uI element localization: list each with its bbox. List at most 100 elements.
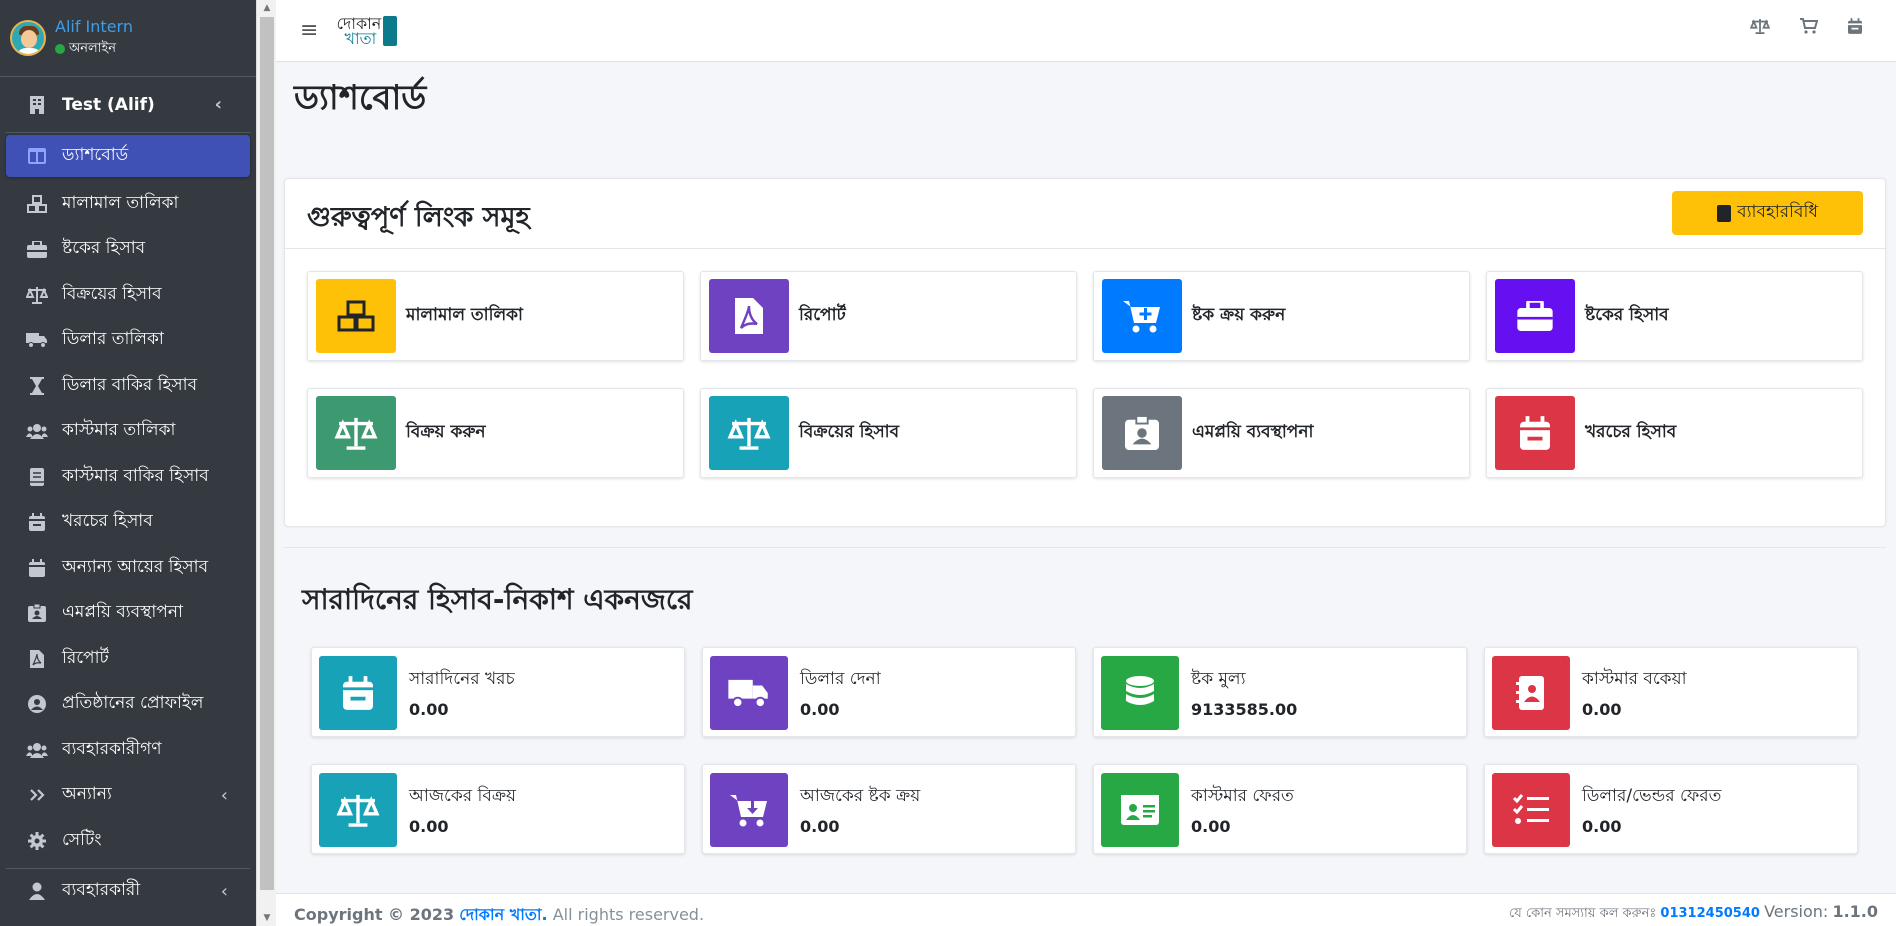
help-text: যে কোন সমস্যায় কল করুনঃ — [1508, 906, 1657, 921]
summary-card-customer-return[interactable]: কাস্টমার ফেরত 0.00 — [1093, 764, 1467, 854]
top-navbar: ≡ দোকান খাতা — [276, 0, 1896, 62]
truck-icon — [710, 656, 788, 730]
summary-card-dealer-payable[interactable]: ডিলার দেনা 0.00 — [702, 647, 1076, 737]
sidebar-item-customers[interactable]: কাস্টমার তালিকা — [0, 409, 256, 455]
navbar-actions — [1750, 18, 1862, 34]
chevron-left-icon: ‹ — [220, 880, 228, 902]
sidebar-item-users[interactable]: ব্যবহারকারীগণ — [0, 727, 256, 773]
hamburger-menu-icon[interactable]: ≡ — [300, 18, 318, 43]
summary-value: 9133585.00 — [1191, 700, 1298, 719]
sidebar-item-reports[interactable]: রিপোর্ট — [0, 636, 256, 682]
tasks-icon — [1492, 773, 1570, 847]
link-buy-stock[interactable]: ষ্টক ক্রয় করুন — [1093, 271, 1470, 361]
link-sell[interactable]: বিক্রয় করুন — [307, 388, 684, 478]
users-icon — [26, 739, 48, 761]
link-label: মালামাল তালিকা — [406, 305, 523, 325]
link-label: বিক্রয় করুন — [406, 422, 486, 442]
scale-icon — [709, 396, 789, 470]
sidebar-item-company[interactable]: Test (Alif) ‹ — [6, 77, 250, 133]
sidebar-scrollbar[interactable]: ▲ ▼ — [256, 0, 276, 926]
copyright-text: Copyright © 2023 — [294, 905, 455, 924]
sidebar-item-sales[interactable]: বিক্রয়ের হিসাব — [0, 272, 256, 318]
book-icon — [26, 466, 48, 488]
cart-icon[interactable] — [1800, 18, 1818, 34]
link-label: ষ্টকের হিসাব — [1585, 305, 1669, 325]
sidebar-item-customer-dues[interactable]: কাস্টমার বাকির হিসাব — [0, 454, 256, 500]
summary-value: 0.00 — [1582, 817, 1622, 836]
sidebar-item-label: অন্যান্য — [62, 784, 112, 805]
sidebar-nav: Test (Alif) ‹ ড্যাশবোর্ড মালামাল তালিকা … — [0, 77, 256, 914]
user-panel[interactable]: Alif Intern অনলাইন — [0, 0, 256, 77]
scale-icon — [26, 284, 48, 306]
important-links-card: গুরুত্বপূর্ণ লিংক সমূহ ব্যাবহারবিধি মালা… — [284, 178, 1886, 527]
summary-card-today-stock-purchase[interactable]: আজকের ষ্টক ক্রয় 0.00 — [702, 764, 1076, 854]
user-icon — [26, 880, 48, 902]
logo-line-2: খাতা — [344, 28, 377, 48]
sidebar-item-products[interactable]: মালামাল তালিকা — [0, 181, 256, 227]
avatar — [10, 20, 46, 56]
user-circle-icon — [26, 693, 48, 715]
user-status: অনলাইন — [55, 39, 133, 60]
link-expenses[interactable]: খরচের হিসাব — [1486, 388, 1863, 478]
main-content: ≡ দোকান খাতা ড্যাশবোর্ড গুরুত্বপূর্ণ লিং… — [276, 0, 1896, 926]
summary-card-today-sales[interactable]: আজকের বিক্রয় 0.00 — [311, 764, 685, 854]
chevron-left-icon: ‹ — [220, 784, 228, 806]
sidebar-item-expenses[interactable]: খরচের হিসাব — [0, 500, 256, 546]
sidebar-item-other-income[interactable]: অন্যান্য আয়ের হিসাব — [0, 545, 256, 591]
logo-book-icon — [383, 15, 398, 46]
sidebar-item-employees[interactable]: এমপ্লয়ি ব্যবস্থাপনা — [0, 591, 256, 637]
sidebar-item-label: Test (Alif) — [62, 94, 155, 115]
sidebar-item-stock[interactable]: ষ্টকের হিসাব — [0, 227, 256, 273]
summary-card-customer-due[interactable]: কাস্টমার বকেয়া 0.00 — [1484, 647, 1858, 737]
link-products[interactable]: মালামাল তালিকা — [307, 271, 684, 361]
card-title: গুরুত্বপূর্ণ লিংক সমূহ — [307, 202, 530, 233]
scroll-up-arrow-icon[interactable]: ▲ — [257, 0, 277, 16]
scrollbar-thumb[interactable] — [260, 17, 274, 890]
summary-card-daily-expense[interactable]: সারাদিনের খরচ 0.00 — [311, 647, 685, 737]
sidebar-item-org-profile[interactable]: প্রতিষ্ঠানের প্রোফাইল — [0, 682, 256, 728]
summary-card-dealer-return[interactable]: ডিলার/ভেন্ডর ফেরত 0.00 — [1484, 764, 1858, 854]
sidebar-item-dealers[interactable]: ডিলার তালিকা — [0, 318, 256, 364]
calendar-minus-icon[interactable] — [1848, 18, 1862, 34]
sidebar-item-others[interactable]: অন্যান্য ‹ — [0, 773, 256, 819]
scroll-down-arrow-icon[interactable]: ▼ — [257, 910, 277, 926]
link-label: এমপ্লয়ি ব্যবস্থাপনা — [1192, 422, 1314, 442]
summary-value: 0.00 — [409, 817, 449, 836]
summary-label: আজকের বিক্রয় — [409, 786, 517, 806]
link-label: ষ্টক ক্রয় করুন — [1192, 305, 1286, 325]
link-stock-account[interactable]: ষ্টকের হিসাব — [1486, 271, 1863, 361]
summary-card-stock-value[interactable]: ষ্টক মুল্য 9133585.00 — [1093, 647, 1467, 737]
summary-label: সারাদিনের খরচ — [409, 669, 515, 689]
support-phone-link[interactable]: 01312450540 — [1660, 906, 1760, 921]
sidebar-item-settings[interactable]: সেটিং — [0, 818, 256, 864]
summary-value: 0.00 — [800, 700, 840, 719]
scale-icon[interactable] — [1750, 18, 1770, 34]
link-employees[interactable]: এমপ্লয়ি ব্যবস্থাপনা — [1093, 388, 1470, 478]
briefcase-icon — [26, 238, 48, 260]
sidebar-item-label: এমপ্লয়ি ব্যবস্থাপনা — [62, 602, 183, 623]
app-logo[interactable]: দোকান খাতা — [336, 15, 398, 48]
sidebar-item-user[interactable]: ব্যবহারকারী ‹ — [0, 869, 256, 915]
user-name[interactable]: Alif Intern — [55, 17, 133, 37]
link-sales-account[interactable]: বিক্রয়ের হিসাব — [700, 388, 1077, 478]
sidebar-item-dealer-dues[interactable]: ডিলার বাকির হিসাব — [0, 363, 256, 409]
summary-label: ষ্টক মুল্য — [1191, 669, 1246, 689]
sidebar-item-label: ব্যবহারকারী — [62, 880, 141, 901]
chevron-left-icon: ‹ — [214, 94, 222, 115]
section-divider — [284, 547, 1886, 548]
footer-brand-link[interactable]: দোকান খাতা. — [459, 905, 547, 924]
sidebar-item-dashboard[interactable]: ড্যাশবোর্ড — [6, 135, 250, 177]
user-guide-button[interactable]: ব্যাবহারবিধি — [1672, 191, 1863, 235]
file-pdf-icon — [26, 648, 48, 670]
id-badge-icon — [26, 602, 48, 624]
cart-plus-icon — [1102, 279, 1182, 353]
version-number: 1.1.0 — [1832, 902, 1878, 921]
scale-icon — [319, 773, 397, 847]
sidebar-item-label: ড্যাশবোর্ড — [62, 145, 129, 165]
calendar-minus-icon — [319, 656, 397, 730]
page-title: ড্যাশবোর্ড — [294, 78, 427, 118]
sidebar-item-label: ডিলার বাকির হিসাব — [62, 374, 198, 395]
link-report[interactable]: রিপোর্ট — [700, 271, 1077, 361]
angle-double-right-icon — [26, 784, 48, 806]
footer-copyright: Copyright © 2023 দোকান খাতা. All rights … — [294, 902, 704, 926]
